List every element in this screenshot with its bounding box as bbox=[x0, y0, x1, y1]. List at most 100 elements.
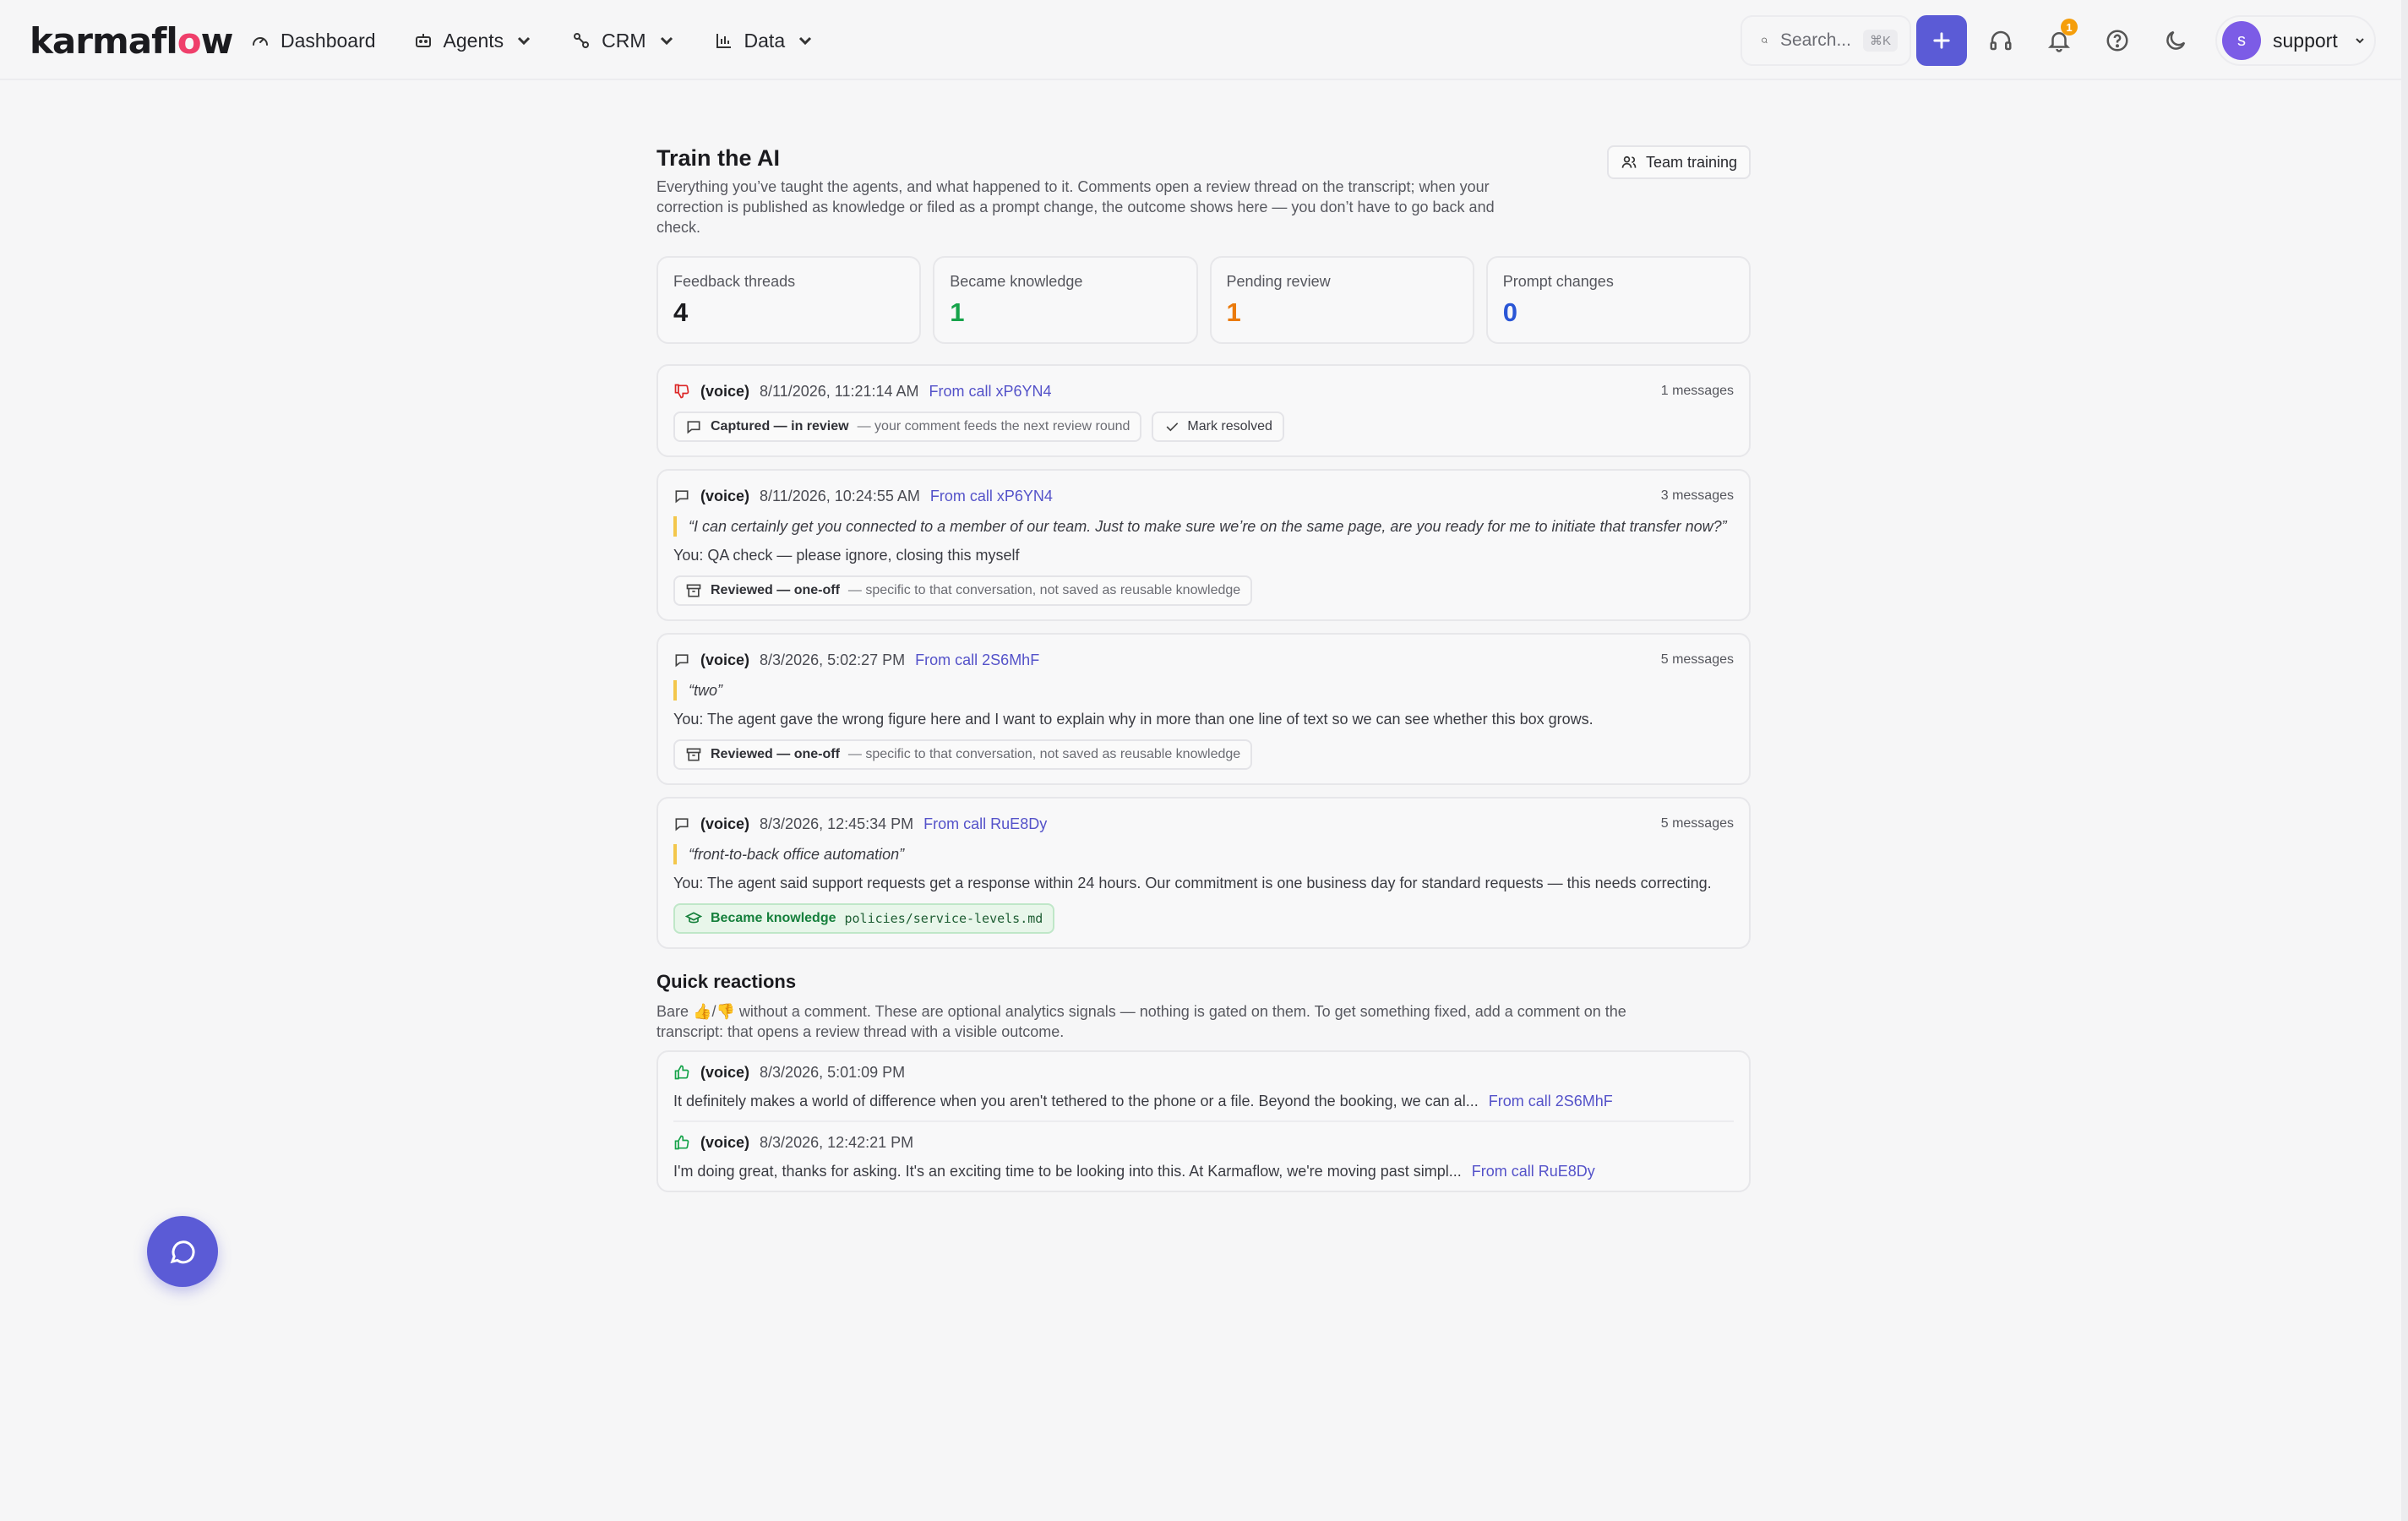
help-button[interactable] bbox=[2100, 24, 2134, 57]
thumbs-up-icon bbox=[674, 1065, 689, 1080]
reaction-date: 8/3/2026, 5:01:09 PM bbox=[760, 1063, 906, 1081]
comment-icon bbox=[675, 818, 689, 831]
reaction-channel: (voice) bbox=[700, 1133, 750, 1151]
feedback-thread: (voice) 8/11/2026, 10:24:55 AM From call… bbox=[656, 469, 1751, 621]
notification-badge: 1 bbox=[2061, 19, 2078, 35]
outcome-title: Became knowledge bbox=[711, 911, 836, 925]
search-placeholder: Search... bbox=[1779, 30, 1851, 50]
reaction-text: I'm doing great, thanks for asking. It's… bbox=[673, 1163, 1462, 1180]
transcript-quote: “front-to-back office automation” bbox=[673, 844, 1734, 864]
thumbs-up-icon bbox=[674, 1135, 689, 1150]
headset-icon bbox=[1990, 30, 2012, 51]
archive-icon bbox=[686, 748, 701, 761]
feedback-thread: (voice) 8/11/2026, 11:21:14 AM From call… bbox=[656, 364, 1751, 457]
feedback-thread: (voice) 8/3/2026, 12:45:34 PM From call … bbox=[656, 797, 1751, 949]
feedback-thread: (voice) 8/3/2026, 5:02:27 PM From call 2… bbox=[656, 633, 1751, 785]
toolbar: Search... ⌘K 1 s support bbox=[0, 15, 2408, 66]
team-training-label: Team training bbox=[1645, 153, 1737, 171]
stat-value: 4 bbox=[673, 297, 689, 327]
thread-date: 8/11/2026, 11:21:14 AM bbox=[760, 382, 919, 400]
page-title: Train the AI bbox=[656, 145, 781, 171]
outcome-subtitle: — your comment feeds the next review rou… bbox=[857, 419, 1130, 433]
avatar: s bbox=[2222, 21, 2261, 60]
search-shortcut: ⌘K bbox=[1862, 30, 1898, 52]
thread-channel: (voice) bbox=[700, 382, 750, 400]
thumbs-down-icon bbox=[674, 384, 689, 399]
graduation-cap-icon bbox=[685, 912, 702, 924]
users-icon bbox=[1621, 155, 1637, 168]
main-content: Train the AI Team training Everything yo… bbox=[656, 144, 1751, 1192]
stat-became-knowledge: Became knowledge 1 bbox=[933, 256, 1198, 344]
message-count: 1 messages bbox=[1660, 384, 1734, 398]
check-icon bbox=[1166, 422, 1179, 432]
thread-channel: (voice) bbox=[700, 651, 750, 668]
outcome-badge: Reviewed — one-off — specific to that co… bbox=[673, 575, 1253, 606]
message-count: 5 messages bbox=[1660, 652, 1734, 667]
thread-channel: (voice) bbox=[700, 487, 750, 504]
stat-value: 1 bbox=[950, 297, 965, 327]
archive-icon bbox=[686, 584, 701, 597]
knowledge-path: policies/service-levels.md bbox=[844, 911, 1043, 926]
stat-label: Became knowledge bbox=[950, 273, 1083, 290]
thread-date: 8/3/2026, 5:02:27 PM bbox=[760, 651, 906, 668]
call-link[interactable]: From call RuE8Dy bbox=[1472, 1163, 1595, 1180]
user-menu[interactable]: s support bbox=[2215, 15, 2376, 66]
reaction-date: 8/3/2026, 12:42:21 PM bbox=[760, 1133, 914, 1151]
quick-reactions-title: Quick reactions bbox=[656, 971, 797, 992]
outcome-title: Reviewed — one-off bbox=[711, 747, 840, 761]
quick-reactions-list: (voice) 8/3/2026, 5:01:09 PM It definite… bbox=[656, 1050, 1751, 1192]
search-input[interactable]: Search... ⌘K bbox=[1741, 15, 1911, 66]
support-headset-button[interactable] bbox=[1984, 24, 2018, 57]
chat-bubble-icon bbox=[170, 1240, 195, 1264]
stats-row: Feedback threads 4 Became knowledge 1 Pe… bbox=[656, 256, 1751, 344]
mark-resolved-label: Mark resolved bbox=[1187, 419, 1272, 433]
stat-label: Prompt changes bbox=[1502, 273, 1614, 290]
stat-prompt-changes: Prompt changes 0 bbox=[1485, 256, 1751, 344]
user-name: support bbox=[2273, 29, 2338, 52]
comment-icon bbox=[675, 654, 689, 668]
comment-icon bbox=[687, 421, 700, 434]
chat-fab-button[interactable] bbox=[147, 1216, 218, 1287]
scrollbar[interactable] bbox=[2401, 0, 2408, 1521]
comment-icon bbox=[675, 490, 689, 504]
top-nav: karmaflow Dashboard Agents CRM Data Sear… bbox=[0, 0, 2408, 80]
transcript-quote: “two” bbox=[673, 680, 1734, 701]
user-comment: You: QA check — please ignore, closing t… bbox=[673, 547, 1020, 564]
user-comment: You: The agent gave the wrong figure her… bbox=[673, 711, 1594, 728]
stat-label: Feedback threads bbox=[673, 273, 796, 290]
outcome-title: Reviewed — one-off bbox=[711, 583, 840, 597]
call-link[interactable]: From call RuE8Dy bbox=[923, 815, 1047, 833]
thread-date: 8/3/2026, 12:45:34 PM bbox=[760, 815, 914, 832]
user-comment: You: The agent said support requests get… bbox=[673, 875, 1712, 891]
call-link[interactable]: From call 2S6MhF bbox=[915, 651, 1039, 669]
help-icon bbox=[2106, 30, 2128, 52]
stat-feedback-threads: Feedback threads 4 bbox=[656, 256, 922, 344]
reaction-text: It definitely makes a world of differenc… bbox=[673, 1093, 1479, 1109]
chevron-down-icon bbox=[2356, 38, 2364, 44]
mark-resolved-button[interactable]: Mark resolved bbox=[1152, 412, 1284, 442]
theme-toggle-button[interactable] bbox=[2159, 24, 2193, 57]
call-link[interactable]: From call 2S6MhF bbox=[1489, 1093, 1613, 1110]
call-link[interactable]: From call xP6YN4 bbox=[929, 383, 1052, 401]
outcome-title: Captured — in review bbox=[711, 419, 849, 433]
create-button[interactable] bbox=[1916, 15, 1967, 66]
stat-value: 0 bbox=[1502, 297, 1517, 327]
page-description: Everything you’ve taught the agents, and… bbox=[656, 178, 1495, 236]
thread-channel: (voice) bbox=[700, 815, 750, 832]
stat-value: 1 bbox=[1226, 297, 1241, 327]
notifications-button[interactable]: 1 bbox=[2042, 19, 2078, 57]
outcome-subtitle: — specific to that conversation, not sav… bbox=[847, 583, 1241, 597]
stat-pending-review: Pending review 1 bbox=[1209, 256, 1474, 344]
team-training-button[interactable]: Team training bbox=[1606, 145, 1751, 179]
search-icon bbox=[1762, 37, 1768, 44]
moon-icon bbox=[2166, 30, 2186, 50]
reaction-item: (voice) 8/3/2026, 12:42:21 PM I'm doing … bbox=[673, 1120, 1734, 1191]
call-link[interactable]: From call xP6YN4 bbox=[930, 488, 1053, 505]
knowledge-badge[interactable]: Became knowledge policies/service-levels… bbox=[673, 903, 1055, 934]
thread-date: 8/11/2026, 10:24:55 AM bbox=[760, 487, 920, 504]
message-count: 3 messages bbox=[1660, 488, 1734, 503]
outcome-badge: Captured — in review — your comment feed… bbox=[673, 412, 1142, 442]
outcome-subtitle: — specific to that conversation, not sav… bbox=[847, 747, 1241, 761]
transcript-quote: “I can certainly get you connected to a … bbox=[673, 516, 1734, 537]
reaction-channel: (voice) bbox=[700, 1063, 750, 1081]
